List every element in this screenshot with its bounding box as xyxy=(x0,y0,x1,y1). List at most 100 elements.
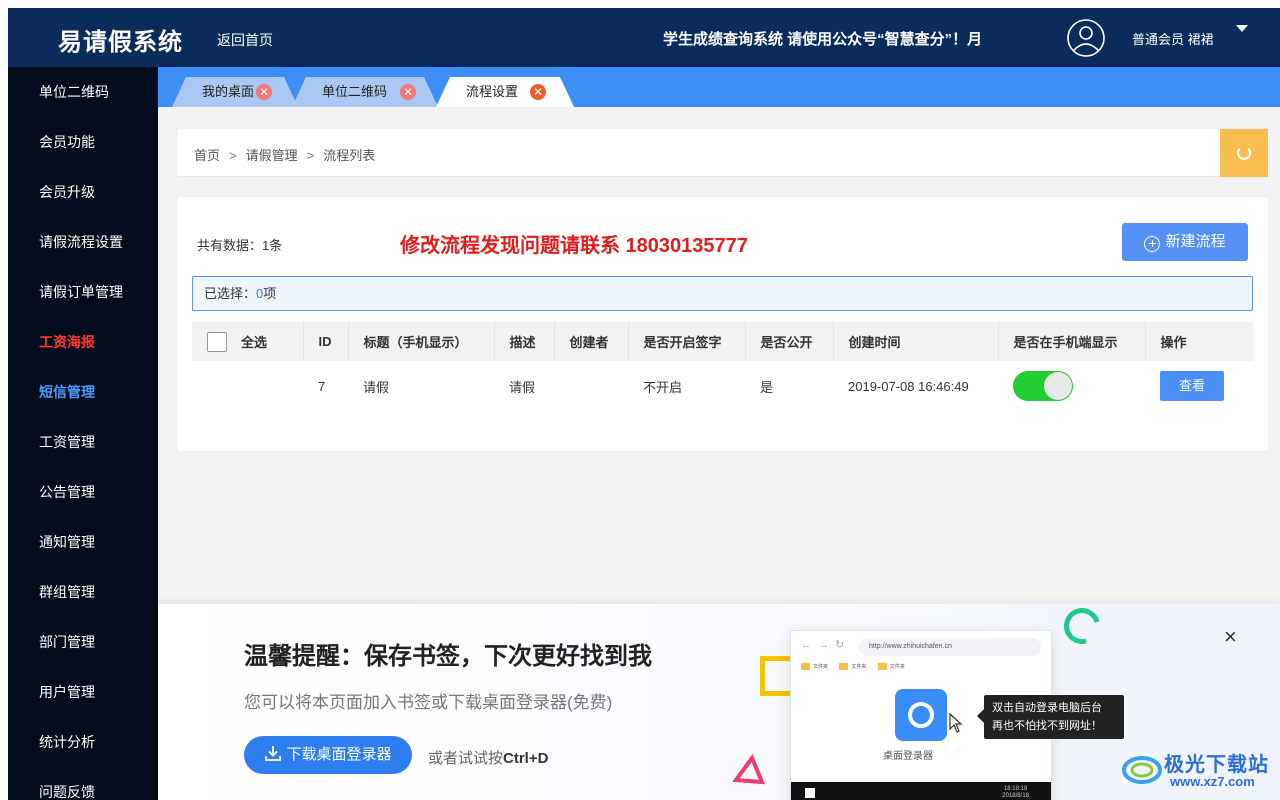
tab-my-desktop[interactable]: 我的桌面 ✕ xyxy=(172,77,298,107)
sidebar: 单位二维码 会员功能 会员升级 请假流程设置 请假订单管理 工资海报 短信管理 … xyxy=(8,67,158,800)
sidebar-item-announcements[interactable]: 公告管理 xyxy=(8,467,158,517)
preview-url: http://www.zhihuichafen.cn xyxy=(859,638,1041,656)
sidebar-item-leave-flow[interactable]: 请假流程设置 xyxy=(8,217,158,267)
table-header-row: 全选 ID 标题（手机显示） 描述 创建者 是否开启签字 是否公开 创建时间 是… xyxy=(192,322,1253,361)
tab-close-icon[interactable]: ✕ xyxy=(400,84,416,100)
watermark-url: www.xz7.com xyxy=(1170,774,1255,789)
watermark-text: 极光下载站 xyxy=(1164,754,1269,776)
mobile-show-toggle[interactable] xyxy=(1013,371,1073,401)
cell-select xyxy=(192,361,303,411)
download-icon xyxy=(265,746,282,761)
th-mobile-show: 是否在手机端显示 xyxy=(998,322,1146,361)
flow-list-panel: 共有数据：1条 修改流程发现问题请联系 18030135777 + 新建流程 已选… xyxy=(178,197,1268,451)
breadcrumb-home[interactable]: 首页 xyxy=(194,148,220,163)
th-desc: 描述 xyxy=(494,322,555,361)
tab-qrcode[interactable]: 单位二维码 ✕ xyxy=(292,77,438,107)
sidebar-item-departments[interactable]: 部门管理 xyxy=(8,617,158,667)
preview-clock: 18:18:18 2018/8/18 xyxy=(1002,786,1029,799)
th-sign: 是否开启签字 xyxy=(628,322,746,361)
tab-label: 流程设置 xyxy=(466,84,519,99)
view-button[interactable]: 查看 xyxy=(1160,371,1224,401)
member-name[interactable]: 普通会员 裙裙 xyxy=(1132,29,1214,48)
breadcrumb-leave-mgmt[interactable]: 请假管理 xyxy=(246,148,298,163)
folder-icon: 文件夹 xyxy=(877,663,905,671)
breadcrumb: 首页 > 请假管理 > 流程列表 xyxy=(194,148,376,163)
th-created: 创建时间 xyxy=(833,322,999,361)
cell-mobile-show xyxy=(998,361,1145,411)
bookmark-promo: 温馨提醒：保存书签，下次更好找到我 您可以将本页面加入书签或下载桌面登录器(免费… xyxy=(158,604,1280,800)
tab-label: 单位二维码 xyxy=(322,84,388,99)
selection-prefix: 已选择： xyxy=(204,286,257,301)
user-menu-chevron-down-icon[interactable] xyxy=(1236,25,1248,32)
app-logo[interactable]: 易请假系统 xyxy=(58,22,183,57)
sidebar-item-notifications[interactable]: 通知管理 xyxy=(8,517,158,567)
preview-folders: 文件夹 文件夹 文件夹 xyxy=(801,663,915,671)
th-creator: 创建者 xyxy=(554,322,629,361)
breadcrumb-bar: 首页 > 请假管理 > 流程列表 xyxy=(178,129,1268,177)
selection-summary: 已选择：0项 xyxy=(192,276,1253,311)
cell-action: 查看 xyxy=(1145,361,1253,411)
breadcrumb-flow-list: 流程列表 xyxy=(323,148,376,163)
sidebar-item-member-features[interactable]: 会员功能 xyxy=(8,117,158,167)
sidebar-item-salary[interactable]: 工资管理 xyxy=(8,417,158,467)
decorative-ring-icon xyxy=(1057,604,1107,651)
sidebar-item-member-upgrade[interactable]: 会员升级 xyxy=(8,167,158,217)
toggle-knob xyxy=(1044,372,1072,400)
cell-creator xyxy=(554,361,628,411)
cell-created: 2019-07-08 16:46:49 xyxy=(848,378,969,394)
sidebar-item-statistics[interactable]: 统计分析 xyxy=(8,717,158,767)
announcement-marquee: 学生成绩查询系统 请使用公众号“智慧查分”！月 xyxy=(663,31,983,48)
refresh-button[interactable] xyxy=(1220,129,1268,177)
watermark-logo-icon xyxy=(1122,756,1162,784)
sidebar-item-groups[interactable]: 群组管理 xyxy=(8,567,158,617)
table-row: 7 请假 请假 不开启 是 2019-07-08 16:46:49 查看 xyxy=(192,361,1253,411)
launcher-tooltip: 双击自动登录电脑后台 再也不怕找不到网址！ xyxy=(977,695,1124,739)
shortcut-hint: 或者试试按Ctrl+D xyxy=(428,750,549,767)
sidebar-item-leave-orders[interactable]: 请假订单管理 xyxy=(8,267,158,317)
browser-nav-icons: ←→↻ xyxy=(801,639,851,651)
shortcut-keys: Ctrl+D xyxy=(503,750,549,767)
promo-close-icon[interactable]: × xyxy=(1224,626,1237,648)
tab-close-icon[interactable]: ✕ xyxy=(256,84,272,100)
th-id: ID xyxy=(303,322,349,361)
tab-bar: 我的桌面 ✕ 单位二维码 ✕ 流程设置 ✕ xyxy=(158,67,1280,107)
user-avatar-icon[interactable] xyxy=(1066,18,1106,58)
download-label: 下载桌面登录器 xyxy=(286,746,392,763)
total-count: 共有数据：1条 xyxy=(197,238,283,253)
refresh-icon xyxy=(1237,146,1251,160)
tab-label: 我的桌面 xyxy=(202,84,255,99)
sidebar-item-feedback[interactable]: 问题反馈 xyxy=(8,767,158,800)
top-header: 易请假系统 返回首页 学生成绩查询系统 请使用公众号“智慧查分”！月 普通会员 … xyxy=(8,8,1280,67)
home-link[interactable]: 返回首页 xyxy=(217,30,273,50)
folder-icon: 文件夹 xyxy=(839,663,866,671)
th-action: 操作 xyxy=(1145,322,1253,361)
cell-sign: 不开启 xyxy=(643,379,683,395)
sidebar-item-qrcode[interactable]: 单位二维码 xyxy=(8,67,158,117)
cell-public: 是 xyxy=(760,379,774,395)
new-flow-button[interactable]: + 新建流程 xyxy=(1122,223,1248,261)
folder-icon: 文件夹 xyxy=(801,663,828,671)
site-watermark: 极光下载站 www.xz7.com xyxy=(1120,748,1272,794)
tab-close-icon[interactable]: ✕ xyxy=(530,84,546,100)
mouse-cursor-icon xyxy=(949,712,963,733)
decorative-triangle-icon xyxy=(732,754,766,785)
select-all-checkbox[interactable] xyxy=(207,331,227,352)
th-title: 标题（手机显示） xyxy=(348,322,495,361)
cell-title: 请假 xyxy=(363,379,390,395)
launcher-app-icon xyxy=(895,689,947,741)
sidebar-item-users[interactable]: 用户管理 xyxy=(8,667,158,717)
selection-suffix: 项 xyxy=(263,286,277,301)
th-select-all[interactable]: 全选 xyxy=(192,322,304,361)
tab-flow-settings[interactable]: 流程设置 ✕ xyxy=(436,77,574,107)
promo-subtitle: 您可以将本页面加入书签或下载桌面登录器(免费) xyxy=(244,693,613,712)
promo-title: 温馨提醒：保存书签，下次更好找到我 xyxy=(244,643,652,670)
sidebar-item-sms[interactable]: 短信管理 xyxy=(8,367,158,417)
contact-notice: 修改流程发现问题请联系 18030135777 xyxy=(400,235,748,257)
download-launcher-button[interactable]: 下载桌面登录器 xyxy=(244,736,412,774)
launcher-app-label: 桌面登录器 xyxy=(883,751,933,762)
sidebar-item-salary-poster[interactable]: 工资海报 xyxy=(8,317,158,367)
cell-desc: 请假 xyxy=(509,379,536,395)
windows-start-icon xyxy=(805,788,815,798)
plus-circle-icon: + xyxy=(1144,236,1161,252)
th-public: 是否公开 xyxy=(745,322,834,361)
